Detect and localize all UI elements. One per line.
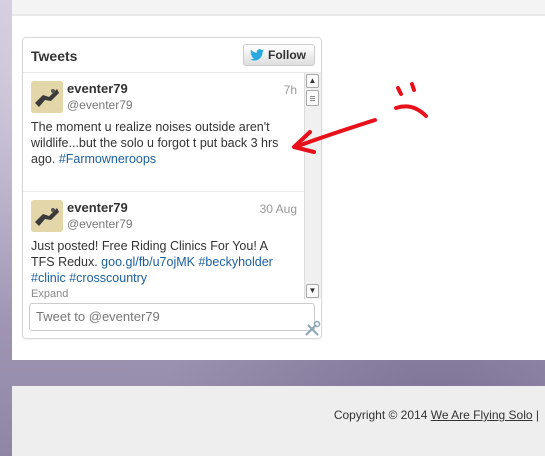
twitter-bird-icon — [250, 49, 264, 61]
tweet-text: Just posted! Free Riding Clinics For You… — [31, 238, 293, 286]
expand-link[interactable]: Expand — [31, 288, 68, 299]
hashtag-link[interactable]: #clinic — [31, 271, 66, 285]
tweet-item[interactable]: eventer79 @eventer79 30 Aug Just posted!… — [23, 192, 305, 299]
avatar-horse-icon — [31, 81, 63, 113]
settings-tools-icon[interactable] — [303, 320, 321, 338]
tweet-item[interactable]: eventer79 @eventer79 7h The moment u rea… — [23, 73, 305, 192]
sad-face-annotation — [292, 82, 428, 154]
site-link[interactable]: We Are Flying Solo — [431, 408, 533, 422]
tweet-author[interactable]: eventer79 — [67, 81, 128, 96]
tweet-time[interactable]: 30 Aug — [260, 202, 297, 216]
tweet-to-input[interactable]: Tweet to @eventer79 — [29, 303, 315, 331]
follow-label: Follow — [268, 48, 306, 62]
avatar-horse-icon — [31, 200, 63, 232]
tweet-timeline[interactable]: eventer79 @eventer79 7h The moment u rea… — [23, 73, 305, 299]
top-strip — [12, 0, 545, 16]
follow-button[interactable]: Follow — [243, 44, 315, 66]
twitter-widget: Tweets Follow eventer79 @eventer79 7h Th… — [22, 37, 322, 339]
hashtag-link[interactable]: #crosscountry — [69, 271, 147, 285]
avatar[interactable] — [31, 200, 63, 232]
short-link[interactable]: goo.gl/fb/u7ojMK — [101, 255, 195, 269]
copyright-text: Copyright © 2014 We Are Flying Solo | — [334, 408, 539, 422]
tweet-handle[interactable]: @eventer79 — [67, 98, 133, 112]
scroll-down-button[interactable]: ▼ — [306, 284, 319, 298]
widget-header: Tweets Follow — [23, 38, 321, 73]
hashtag-link[interactable]: #beckyholder — [198, 255, 272, 269]
hashtag-link[interactable]: #Farmowneroops — [59, 152, 156, 166]
footer-separator: | — [532, 408, 539, 422]
copyright-prefix: Copyright © 2014 — [333, 408, 431, 422]
tweet-author[interactable]: eventer79 — [67, 200, 128, 215]
page-footer: Copyright © 2014 We Are Flying Solo | — [12, 386, 545, 456]
widget-title: Tweets — [31, 48, 78, 64]
tweet-handle[interactable]: @eventer79 — [67, 217, 133, 231]
avatar[interactable] — [31, 81, 63, 113]
tweet-text: The moment u realize noises outside aren… — [31, 119, 293, 167]
